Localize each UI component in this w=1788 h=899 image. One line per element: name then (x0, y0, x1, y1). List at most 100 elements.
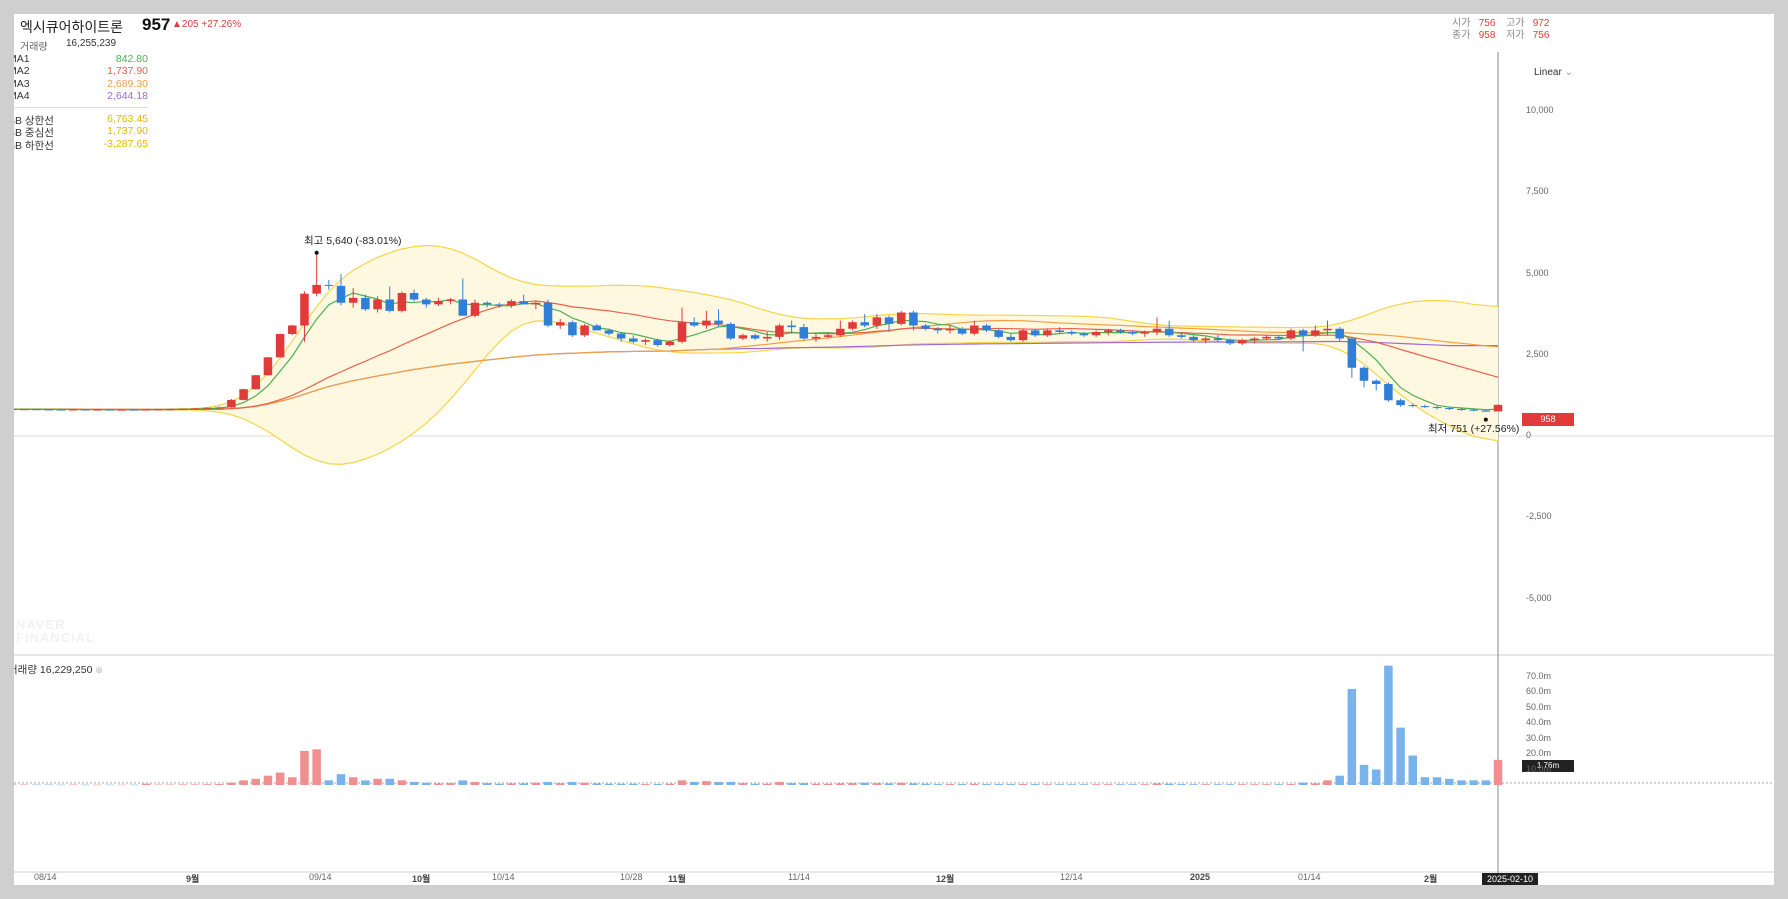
volume-bar (336, 774, 346, 785)
volume-bar (580, 782, 589, 785)
volume-bar (470, 781, 480, 785)
volume-bar (458, 780, 468, 785)
volume-bar (665, 783, 675, 785)
candle-body (641, 340, 650, 342)
volume-bar (117, 784, 127, 786)
volume-bar (141, 783, 151, 785)
candle-body (1250, 338, 1259, 341)
volume-tick-label: 30.0m (1526, 732, 1552, 743)
volume-bar (1128, 784, 1137, 785)
volume-bar (1432, 777, 1442, 785)
candle-body (823, 335, 833, 337)
candle-body (80, 409, 90, 411)
volume-bar (1006, 784, 1016, 785)
volume-bar (275, 772, 285, 785)
volume-bar (409, 781, 419, 785)
candle-body (896, 312, 906, 324)
chart-frame: 엑시큐어하이트론 957 ▲205 +27.26% 거래량 16,255,239… (14, 14, 1774, 885)
volume-bar (32, 784, 41, 786)
candle-body (1067, 332, 1077, 334)
volume-bar (787, 783, 796, 785)
candle-body (836, 328, 845, 336)
price-tick-label: 5,000 (1526, 267, 1549, 278)
candle-body (1457, 409, 1466, 411)
volume-bar (738, 783, 748, 785)
candle-body (738, 335, 748, 339)
volume-bar (1030, 784, 1040, 785)
candle-body (860, 322, 869, 326)
candle-body (811, 336, 821, 339)
price-chart[interactable] (14, 52, 1774, 885)
candle-body (1286, 330, 1296, 339)
candle-body (1359, 367, 1369, 381)
volume-bar (1420, 777, 1430, 785)
legend-item: MA2 1,737.90 (14, 65, 148, 77)
volume-bar (68, 784, 78, 786)
x-tick-label: 9월 (186, 874, 200, 884)
candle-body (604, 330, 614, 334)
candle-body (1384, 384, 1393, 401)
candle-body (1262, 336, 1271, 339)
candle-body (1091, 332, 1101, 336)
volume-bar (592, 783, 602, 785)
volume-bar (44, 784, 53, 786)
candle-body (543, 302, 553, 326)
candle-body (373, 299, 382, 310)
volume-bar (1177, 784, 1186, 785)
candle-body (288, 325, 297, 334)
volume-bar (507, 783, 516, 785)
volume-bar (1323, 780, 1332, 785)
candle-body (909, 312, 918, 326)
candle-body (1213, 338, 1223, 341)
candle-body (945, 328, 955, 331)
candle-body (1164, 328, 1174, 336)
volume-bar (373, 778, 382, 785)
volume-bar (385, 778, 394, 785)
volume-bar (653, 784, 662, 785)
candle-body (970, 325, 979, 334)
volume-bar (872, 783, 882, 785)
volume-bar (1055, 784, 1064, 785)
price-tick-label: -5,000 (1526, 592, 1552, 603)
volume-tick-label: 40.0m (1526, 717, 1552, 727)
volume-bar (421, 782, 431, 785)
volume-bar (1067, 784, 1077, 785)
volume-bar (1493, 759, 1503, 785)
legend-label: MA1 (14, 53, 30, 65)
candle-body (300, 293, 309, 326)
volume-bar (1201, 784, 1210, 785)
volume-bar (689, 781, 699, 785)
close-icon[interactable]: ⊗ (95, 665, 103, 675)
candle-body (1445, 408, 1454, 410)
x-tick-label: 12월 (936, 874, 955, 884)
price-tick-label: 7,500 (1526, 186, 1549, 197)
candle-body (994, 330, 1003, 337)
candle-body (616, 333, 626, 339)
candle-body (202, 407, 212, 409)
candle-body (763, 336, 772, 339)
volume-bar (1286, 784, 1296, 785)
volume-bar (799, 783, 809, 785)
volume-bar (1481, 780, 1491, 785)
volume-bar (933, 784, 943, 785)
candle-body (14, 409, 17, 411)
stock-change: ▲205 +27.26% (172, 19, 242, 30)
volume-bar (763, 783, 772, 785)
scale-mode-select[interactable]: Linear ⌄ (1534, 67, 1573, 78)
candle-body (750, 335, 760, 339)
legend-item: MA1 842.80 (14, 53, 148, 65)
candle-body (1116, 330, 1125, 332)
volume-tick-label: 10.0m (1526, 763, 1552, 774)
volume-bar (604, 783, 614, 785)
candle-body (1104, 330, 1113, 332)
volume-bar (1116, 784, 1125, 785)
legend-label: MA2 (14, 65, 30, 78)
candle-body (178, 408, 187, 410)
volume-tick-label: 50.0m (1526, 701, 1552, 712)
candle-body (263, 357, 273, 376)
legend-value: 1,737.90 (107, 125, 148, 138)
volume-bar (970, 783, 979, 785)
legend-value: 2,644.18 (107, 89, 148, 102)
volume-bar (56, 784, 66, 786)
candle-body (921, 325, 930, 329)
